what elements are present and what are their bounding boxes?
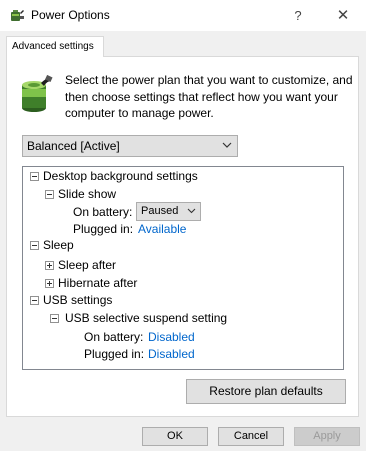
tree-item-desktop-background[interactable]: Desktop background settings bbox=[43, 169, 198, 183]
usb-on-battery-label: On battery: bbox=[84, 330, 144, 344]
chevron-down-icon bbox=[187, 208, 196, 214]
tree-item-usb-selective-suspend[interactable]: USB selective suspend setting bbox=[65, 311, 227, 325]
window-title: Power Options bbox=[31, 8, 110, 22]
tree-item-sleep[interactable]: Sleep bbox=[43, 238, 74, 252]
tree-item-hibernate-after[interactable]: Hibernate after bbox=[58, 276, 137, 290]
slide-show-on-battery-value: Paused bbox=[141, 205, 179, 217]
tree-item-usb-settings[interactable]: USB settings bbox=[43, 293, 112, 307]
usb-plugged-in-label: Plugged in: bbox=[84, 347, 145, 361]
cancel-button[interactable]: Cancel bbox=[218, 427, 284, 446]
collapse-usb-suspend-icon[interactable] bbox=[50, 314, 59, 323]
battery-icon bbox=[22, 75, 53, 112]
collapse-usb-settings-icon[interactable] bbox=[30, 296, 39, 305]
tree-item-sleep-after[interactable]: Sleep after bbox=[58, 258, 116, 272]
expand-hibernate-after-icon[interactable] bbox=[45, 279, 54, 288]
collapse-sleep-icon[interactable] bbox=[30, 241, 39, 250]
close-button[interactable]: ✕ bbox=[326, 4, 360, 28]
ok-button[interactable]: OK bbox=[142, 427, 208, 446]
intro-text: Select the power plan that you want to c… bbox=[65, 73, 353, 120]
tree-item-slide-show[interactable]: Slide show bbox=[58, 187, 116, 201]
tab-advanced-settings[interactable]: Advanced settings bbox=[6, 36, 104, 57]
power-options-icon bbox=[11, 10, 24, 21]
collapse-desktop-background-icon[interactable] bbox=[30, 172, 39, 181]
slide-show-on-battery-label: On battery: bbox=[73, 205, 133, 219]
restore-plan-defaults-button[interactable]: Restore plan defaults bbox=[186, 379, 346, 404]
title-bar: Power Options ? ✕ bbox=[0, 0, 366, 31]
usb-on-battery-value[interactable]: Disabled bbox=[148, 330, 195, 344]
apply-button[interactable]: Apply bbox=[294, 427, 360, 446]
slide-show-plugged-in-label: Plugged in: bbox=[73, 222, 134, 236]
power-plan-value: Balanced [Active] bbox=[27, 139, 120, 153]
chevron-down-icon bbox=[222, 142, 232, 148]
usb-plugged-in-value[interactable]: Disabled bbox=[148, 347, 195, 361]
slide-show-plugged-in-value[interactable]: Available bbox=[138, 222, 186, 236]
help-button[interactable]: ? bbox=[283, 4, 313, 28]
collapse-slide-show-icon[interactable] bbox=[45, 190, 54, 199]
slide-show-on-battery-select[interactable]: Paused bbox=[136, 202, 201, 221]
expand-sleep-after-icon[interactable] bbox=[45, 261, 54, 270]
power-plan-select[interactable]: Balanced [Active] bbox=[22, 135, 238, 157]
